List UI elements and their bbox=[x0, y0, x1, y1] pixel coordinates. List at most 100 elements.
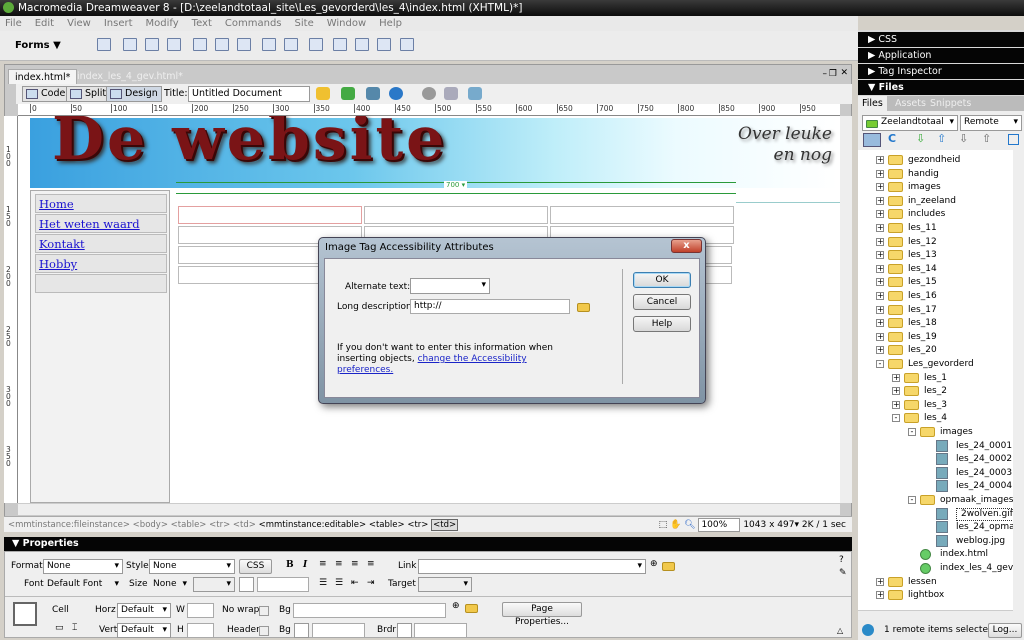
tab-files[interactable]: Files bbox=[858, 96, 887, 111]
horz-select[interactable]: Default bbox=[117, 603, 171, 618]
expand-icon[interactable]: + bbox=[876, 156, 884, 164]
file-tree-item[interactable]: les_24_0003 bbox=[858, 466, 1013, 480]
title-input[interactable]: Untitled Document bbox=[188, 86, 310, 102]
nav-link-hobby[interactable]: Hobby bbox=[39, 257, 77, 271]
zoom-select[interactable]: 100% bbox=[698, 518, 741, 532]
close-icon[interactable]: ✕ bbox=[840, 68, 848, 78]
help-icon[interactable]: ? bbox=[839, 555, 844, 565]
check-in-icon[interactable]: ⇧ bbox=[982, 132, 991, 145]
bg-color-input[interactable] bbox=[312, 623, 365, 638]
point-to-file-icon[interactable]: ⊕ bbox=[650, 559, 658, 569]
tag-selector[interactable]: <mmtinstance:fileinstance> <body> <table… bbox=[8, 519, 459, 531]
expand-icon[interactable]: + bbox=[876, 210, 884, 219]
expand-icon[interactable]: △ bbox=[837, 626, 843, 635]
file-tree-item[interactable]: + les_17 bbox=[858, 304, 1013, 317]
outdent-icon[interactable]: ⇤ bbox=[351, 578, 359, 588]
ordered-list-icon[interactable]: ☰ bbox=[335, 578, 343, 588]
expand-icon[interactable]: + bbox=[876, 278, 884, 287]
put-files-icon[interactable]: ⇧ bbox=[937, 132, 946, 145]
nowrap-checkbox[interactable] bbox=[259, 606, 269, 616]
expand-icon[interactable]: + bbox=[876, 251, 884, 260]
text-color-input[interactable] bbox=[257, 577, 309, 592]
quick-tag-editor-icon[interactable]: ✎ bbox=[839, 568, 847, 578]
application-panel-header[interactable]: ▶ Application bbox=[858, 48, 1024, 63]
menu-window[interactable]: Window bbox=[327, 16, 366, 31]
menu-help[interactable]: Help bbox=[379, 16, 402, 31]
expand-panel-icon[interactable] bbox=[1008, 134, 1019, 145]
nav-item-kontakt[interactable]: Kontakt bbox=[35, 234, 167, 253]
file-tree-item[interactable]: - Les_gevorderd bbox=[858, 358, 1013, 371]
refresh-icon[interactable] bbox=[422, 87, 436, 100]
vertical-scrollbar[interactable] bbox=[840, 116, 852, 503]
validate-icon[interactable] bbox=[341, 87, 355, 100]
file-tree-item[interactable]: - images bbox=[858, 426, 1013, 439]
horizontal-scrollbar[interactable] bbox=[18, 503, 840, 515]
radio-group-icon[interactable] bbox=[237, 38, 251, 51]
file-tree-item[interactable]: - opmaak_images bbox=[858, 494, 1013, 507]
file-tree-item[interactable]: + les_19 bbox=[858, 331, 1013, 344]
file-tree-item[interactable]: + lessen bbox=[858, 576, 1013, 589]
align-center-icon[interactable]: ≡ bbox=[335, 559, 343, 569]
browse-folder-icon[interactable] bbox=[577, 303, 590, 312]
menu-insert[interactable]: Insert bbox=[104, 16, 133, 31]
code-view-button[interactable]: Code bbox=[22, 86, 70, 102]
form-icon[interactable] bbox=[97, 38, 111, 51]
design-view-button[interactable]: Design bbox=[106, 86, 162, 102]
unordered-list-icon[interactable]: ☰ bbox=[319, 578, 327, 588]
menu-commands[interactable]: Commands bbox=[225, 16, 282, 31]
expand-icon[interactable]: + bbox=[876, 319, 884, 328]
expand-icon[interactable]: + bbox=[892, 373, 900, 382]
menu-file[interactable]: File bbox=[5, 16, 22, 31]
file-tree-item[interactable]: + les_15 bbox=[858, 276, 1013, 289]
split-view-button[interactable]: Split bbox=[66, 86, 111, 102]
tag-table-inner[interactable]: <table> bbox=[369, 520, 405, 530]
tag-tr[interactable]: <tr> bbox=[209, 520, 230, 530]
menu-text[interactable]: Text bbox=[192, 16, 212, 31]
file-tree-item[interactable]: + les_13 bbox=[858, 249, 1013, 262]
nav-link-home[interactable]: Home bbox=[39, 197, 74, 211]
width-input[interactable] bbox=[187, 603, 214, 618]
expand-icon[interactable]: + bbox=[876, 237, 884, 246]
expand-icon[interactable]: + bbox=[892, 400, 900, 409]
collapse-icon[interactable]: - bbox=[908, 496, 916, 504]
file-tree-item[interactable]: les_24_0001 bbox=[858, 439, 1013, 453]
file-tree-item[interactable]: + les_14 bbox=[858, 263, 1013, 276]
file-tree-item[interactable]: + les_3 bbox=[858, 399, 1013, 412]
check-out-icon[interactable]: ⇩ bbox=[959, 132, 968, 145]
properties-panel-header[interactable]: ▼ Properties bbox=[4, 537, 852, 551]
font-select[interactable]: Default Font bbox=[43, 577, 123, 592]
text-color-swatch[interactable] bbox=[239, 577, 254, 592]
point-to-file-bg-icon[interactable]: ⊕ bbox=[452, 601, 460, 611]
file-tree-item[interactable]: + handig bbox=[858, 168, 1013, 181]
target-select[interactable] bbox=[418, 577, 472, 592]
nav-link-het-weten-waard[interactable]: Het weten waard bbox=[39, 217, 140, 231]
menu-edit[interactable]: Edit bbox=[35, 16, 54, 31]
restore-icon[interactable]: ❐ bbox=[829, 69, 837, 79]
file-tree-h-scrollbar[interactable] bbox=[858, 610, 1013, 620]
get-files-icon[interactable]: ⇩ bbox=[916, 132, 925, 145]
file-tree-item[interactable]: les_24_opma bbox=[858, 521, 1013, 534]
indent-icon[interactable]: ⇥ bbox=[367, 578, 375, 588]
file-tree-item[interactable]: + les_16 bbox=[858, 290, 1013, 303]
nav-item-het-weten-waard[interactable]: Het weten waard bbox=[35, 214, 167, 233]
cancel-button[interactable]: Cancel bbox=[633, 294, 691, 310]
jump-menu-icon[interactable] bbox=[284, 38, 298, 51]
tab-index-les-4-gev[interactable]: index_les_4_gev.html* bbox=[71, 69, 189, 84]
tag-inspector-panel-header[interactable]: ▶ Tag Inspector bbox=[858, 64, 1024, 79]
nav-item-home[interactable]: Home bbox=[35, 194, 167, 213]
table-cell[interactable] bbox=[178, 206, 362, 224]
css-panel-header[interactable]: ▶ CSS bbox=[858, 32, 1024, 47]
long-description-input[interactable]: http:// bbox=[410, 299, 570, 314]
ok-button[interactable]: OK bbox=[633, 272, 691, 288]
tag-mmtinstance-editable[interactable]: <mmtinstance:editable> bbox=[259, 520, 367, 530]
browse-bg-folder-icon[interactable] bbox=[465, 604, 478, 613]
nav-link-kontakt[interactable]: Kontakt bbox=[39, 237, 85, 251]
file-field-icon[interactable] bbox=[333, 38, 347, 51]
fieldset-icon[interactable] bbox=[400, 38, 414, 51]
split-cell-icon[interactable]: ⌶ bbox=[72, 623, 77, 633]
file-tree-item[interactable]: + les_1 bbox=[858, 372, 1013, 385]
insert-category-dropdown[interactable]: Forms ▼ bbox=[15, 40, 61, 51]
merge-cells-icon[interactable]: ▭ bbox=[55, 623, 64, 633]
select-tool-icon[interactable]: ⬚ bbox=[659, 520, 668, 530]
collapse-icon[interactable]: - bbox=[876, 360, 884, 368]
